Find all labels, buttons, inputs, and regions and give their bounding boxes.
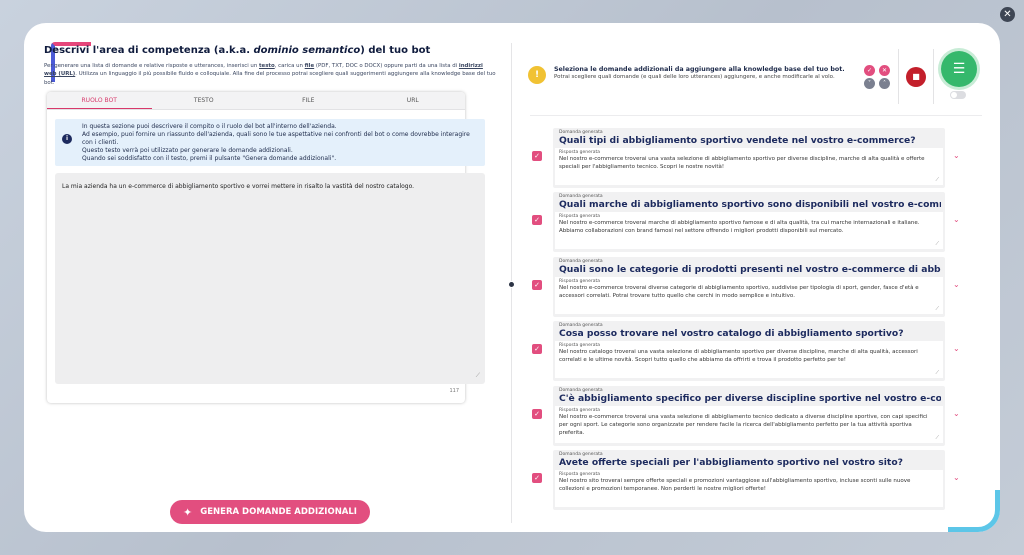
answer-box[interactable]: Risposta generata Nel nostro sito trover… (555, 470, 943, 507)
item-checkbox[interactable]: ✓ (532, 280, 542, 290)
item-checkbox[interactable]: ✓ (532, 409, 542, 419)
answer-text[interactable]: Nel nostro e-commerce troverai marche di… (559, 220, 937, 236)
item-checkbox[interactable]: ✓ (532, 151, 542, 161)
chevron-down-icon[interactable]: ⌄ (953, 280, 960, 289)
link-testo[interactable]: testo (259, 63, 275, 69)
answer-box[interactable]: Risposta generata Nel nostro catalogo tr… (555, 341, 943, 378)
question-text[interactable]: C'è abbigliamento specifico per diverse … (559, 393, 941, 404)
intro-text: Per generare una lista di domande e rela… (44, 63, 496, 86)
question-text[interactable]: Quali sono le categorie di prodotti pres… (559, 264, 941, 275)
divider-handle[interactable] (508, 281, 515, 288)
toolbar-separator (933, 49, 934, 104)
resize-handle-icon[interactable]: ⟋ (935, 435, 939, 441)
decor-corner (948, 490, 1000, 532)
editor-card: RUOLO BOT TESTO FILE URL i In questa sez… (47, 92, 485, 403)
question-card: Domanda generata Quali sono le categorie… (553, 257, 945, 317)
description-textarea[interactable]: La mia azienda ha un e-commerce di abbig… (55, 173, 485, 384)
sparkle-icon: ✦ (183, 505, 193, 519)
resize-handle-icon[interactable]: ⟋ (935, 177, 939, 183)
generate-button[interactable]: ✦ GENERA DOMANDE ADDIZIONALI (170, 500, 370, 524)
chevron-down-icon[interactable]: ⌄ (953, 409, 960, 418)
answer-text[interactable]: Nel nostro e-commerce troverai una vasta… (559, 414, 937, 438)
answer-label: Risposta generata (559, 472, 601, 477)
answer-label: Risposta generata (559, 343, 601, 348)
question-text[interactable]: Quali tipi di abbigliamento sportivo ven… (559, 135, 941, 146)
question-card: Domanda generata Quali marche di abbigli… (553, 192, 945, 252)
delete-icon[interactable]: ■ (906, 67, 926, 87)
answer-text[interactable]: Nel nostro sito troverai sempre offerte … (559, 478, 937, 494)
answer-box[interactable]: Risposta generata Nel nostro e-commerce … (555, 277, 943, 314)
question-card: Domanda generata Avete offerte speciali … (553, 450, 945, 510)
info-text: In questa sezione puoi descrivere il com… (82, 123, 470, 162)
resize-handle-icon[interactable]: ⟋ (935, 306, 939, 312)
answer-box[interactable]: Risposta generata Nel nostro e-commerce … (555, 212, 943, 249)
tab-ruolo-bot[interactable]: RUOLO BOT (47, 92, 152, 109)
answer-label: Risposta generata (559, 408, 601, 413)
close-icon[interactable]: ✕ (1000, 7, 1015, 22)
answer-text[interactable]: Nel nostro e-commerce troverai diverse c… (559, 285, 937, 301)
chevron-down-icon[interactable]: ⌄ (953, 215, 960, 224)
expand-all-icon[interactable]: ˅ (864, 78, 875, 89)
left-panel: Descrivi l'area di competenza (a.k.a. do… (44, 45, 496, 87)
question-card: Domanda generata Quali tipi di abbigliam… (553, 128, 945, 188)
answer-label: Risposta generata (559, 279, 601, 284)
resize-handle-icon[interactable]: ⟋ (476, 372, 480, 380)
add-to-kb-icon[interactable]: ☰ (941, 51, 977, 87)
warning-icon: ! (528, 66, 546, 84)
question-card: Domanda generata Cosa posso trovare nel … (553, 321, 945, 381)
question-text[interactable]: Cosa posso trovare nel vostro catalogo d… (559, 328, 941, 339)
link-file[interactable]: file (305, 63, 315, 69)
info-icon: i (62, 134, 72, 144)
item-checkbox[interactable]: ✓ (532, 344, 542, 354)
page-title: Descrivi l'area di competenza (a.k.a. do… (44, 45, 431, 56)
question-text[interactable]: Quali marche di abbigliamento sportivo s… (559, 199, 941, 210)
right-title: Seleziona le domande addizionali da aggi… (554, 66, 845, 73)
collapse-all-icon[interactable]: ˄ (879, 78, 890, 89)
tab-file[interactable]: FILE (256, 92, 361, 109)
char-count: 117 (449, 388, 459, 394)
answer-label: Risposta generata (559, 150, 601, 155)
answer-text[interactable]: Nel nostro catalogo troverai una vasta s… (559, 349, 937, 365)
item-checkbox[interactable]: ✓ (532, 215, 542, 225)
right-subtitle: Potrai scegliere quali domande (e quali … (554, 74, 835, 80)
modal: Descrivi l'area di competenza (a.k.a. do… (24, 23, 1000, 532)
item-checkbox[interactable]: ✓ (532, 473, 542, 483)
toolbar-separator (898, 49, 899, 104)
tab-url[interactable]: URL (361, 92, 466, 109)
chevron-down-icon[interactable]: ⌄ (953, 151, 960, 160)
toggle-switch[interactable] (950, 91, 966, 99)
info-box: i In questa sezione puoi descrivere il c… (55, 119, 485, 166)
check-all-icon[interactable]: ✓ (864, 65, 875, 76)
answer-text[interactable]: Nel nostro e-commerce troverai una vasta… (559, 156, 937, 172)
question-card: Domanda generata C'è abbigliamento speci… (553, 386, 945, 446)
uncheck-all-icon[interactable]: ✕ (879, 65, 890, 76)
answer-box[interactable]: Risposta generata Nel nostro e-commerce … (555, 406, 943, 443)
answer-box[interactable]: Risposta generata Nel nostro e-commerce … (555, 148, 943, 185)
resize-handle-icon[interactable]: ⟋ (935, 370, 939, 376)
chevron-down-icon[interactable]: ⌄ (953, 344, 960, 353)
resize-handle-icon[interactable]: ⟋ (935, 241, 939, 247)
tab-testo[interactable]: TESTO (152, 92, 257, 109)
question-text[interactable]: Avete offerte speciali per l'abbigliamen… (559, 457, 941, 468)
tab-bar: RUOLO BOT TESTO FILE URL (47, 92, 465, 110)
chevron-down-icon[interactable]: ⌄ (953, 473, 960, 482)
header-divider (530, 115, 982, 116)
answer-label: Risposta generata (559, 214, 601, 219)
